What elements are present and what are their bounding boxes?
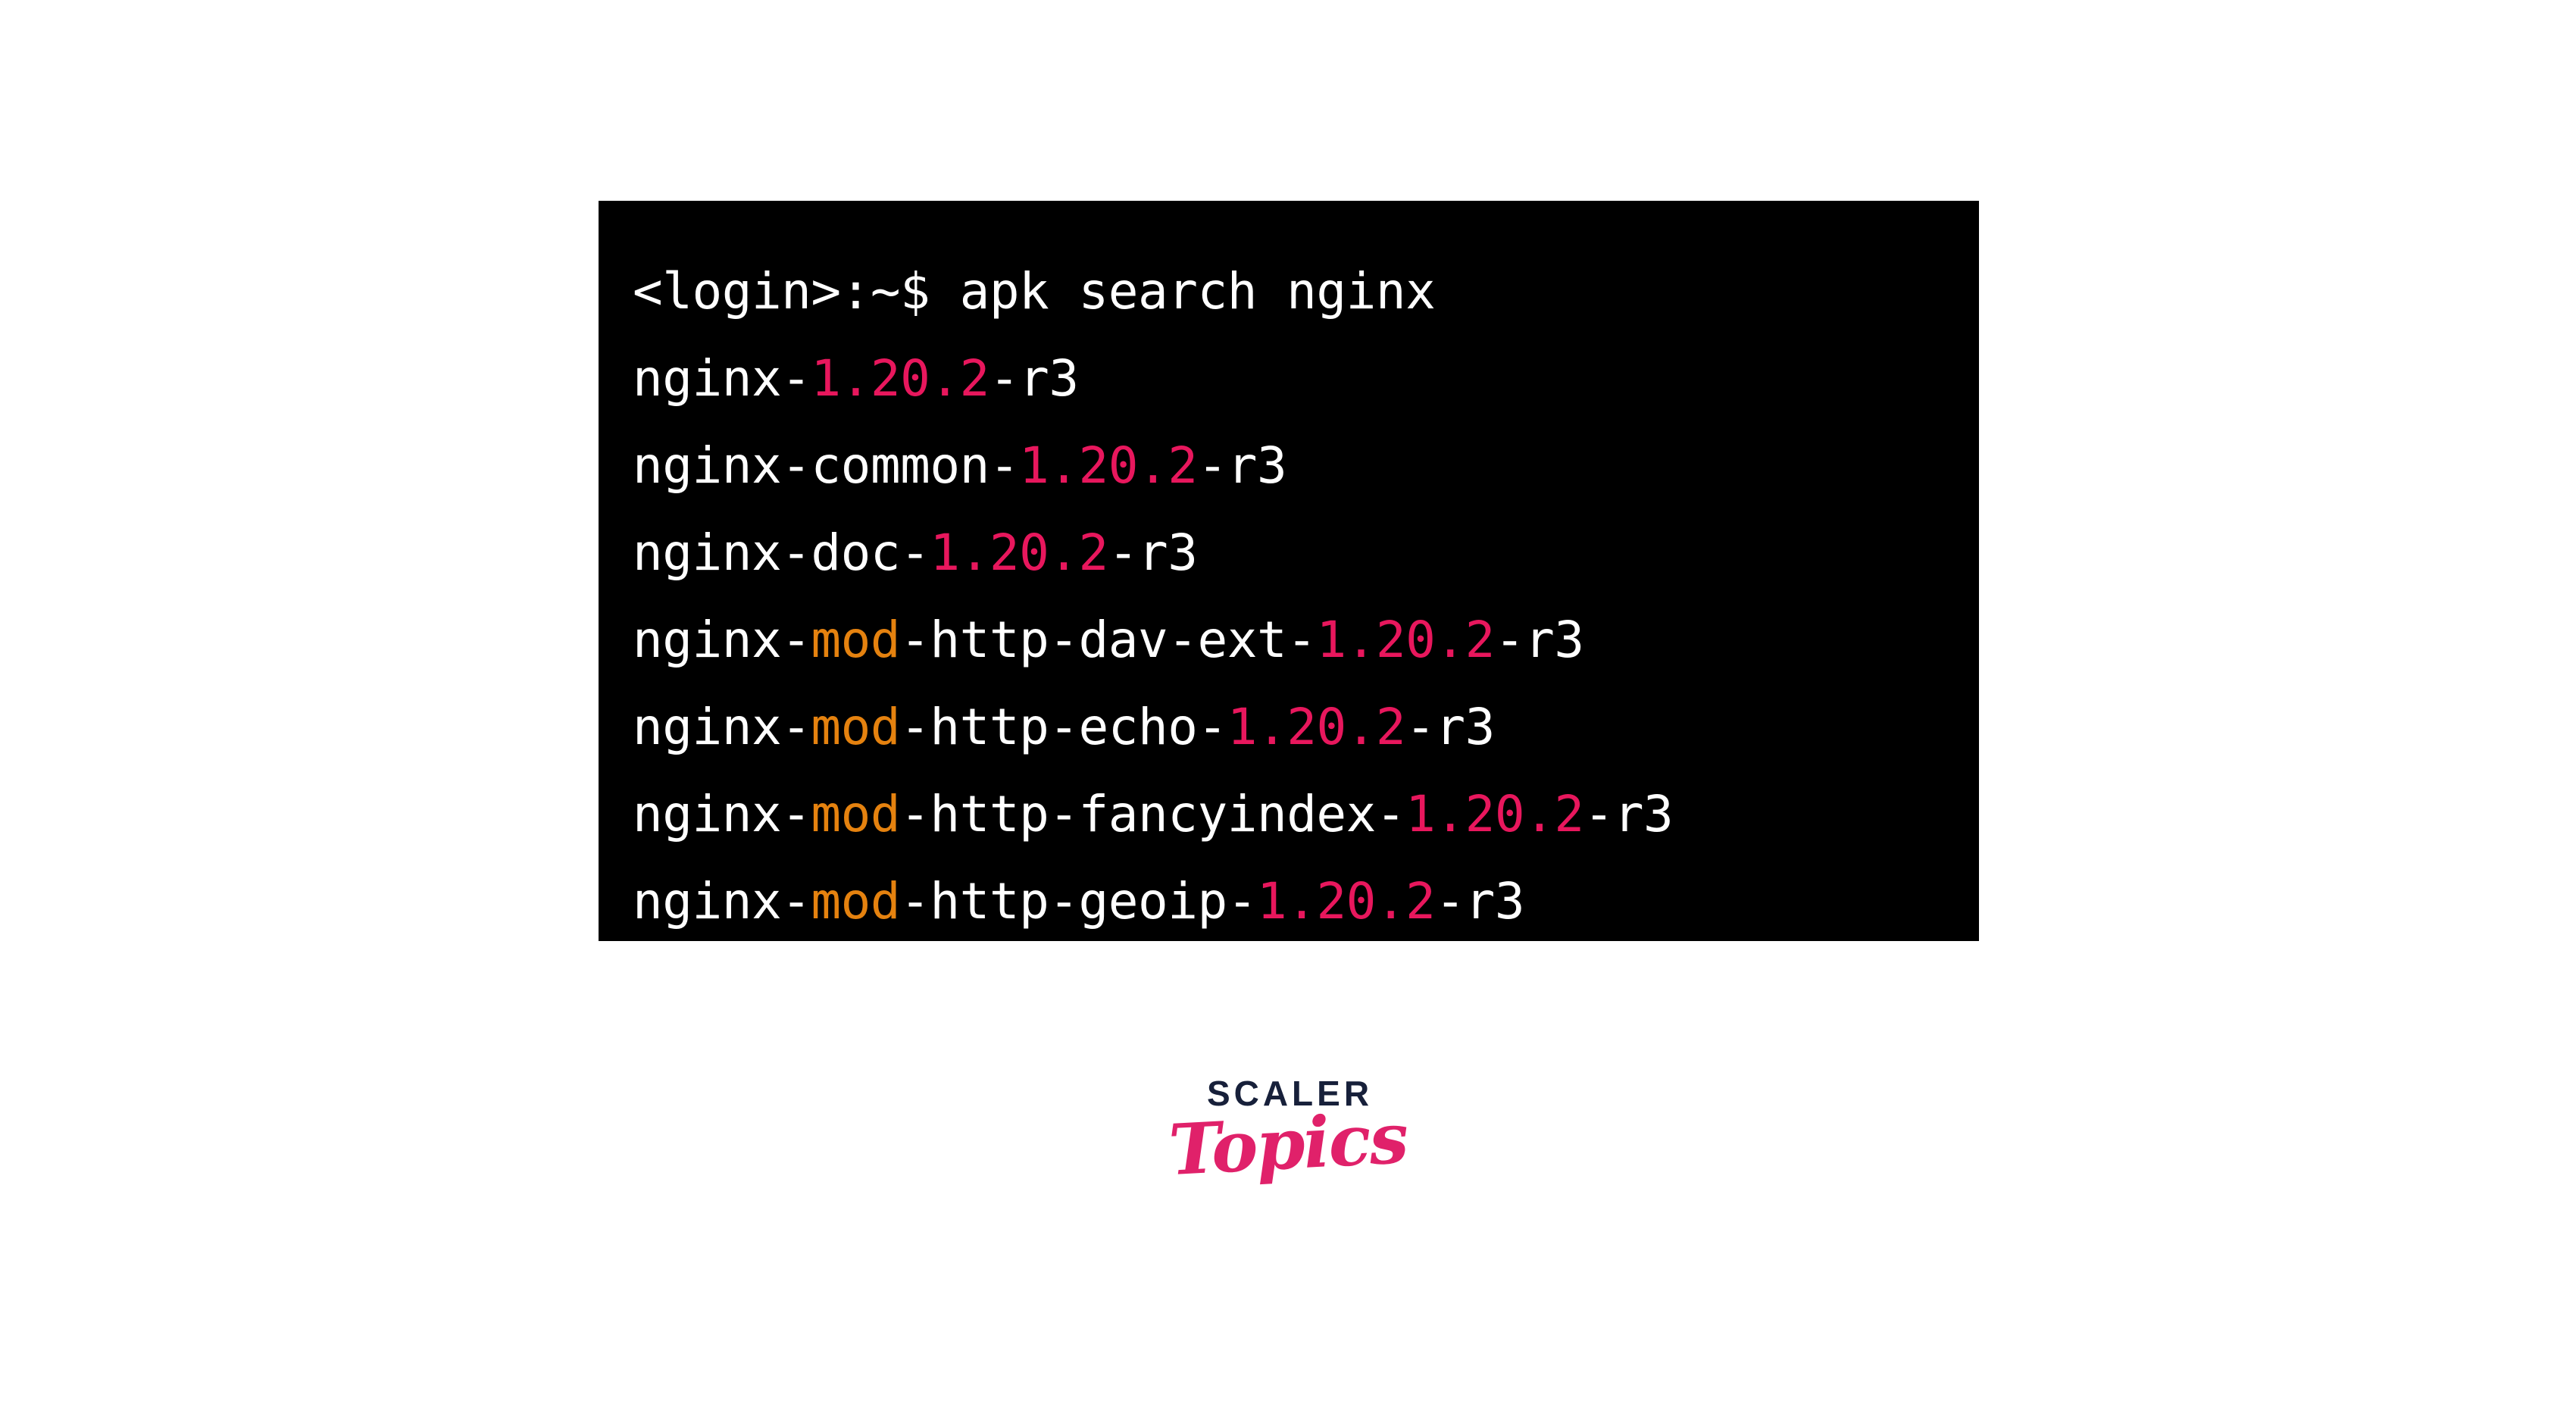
terminal-segment-white: -r3	[1494, 611, 1584, 669]
terminal-line-result-nginx-mod-http-fancyindex: nginx-mod-http-fancyindex-1.20.2-r3	[633, 771, 1979, 858]
terminal-segment-pink: 1.20.2	[1019, 436, 1198, 495]
terminal-line-result-nginx-mod-http-geoip: nginx-mod-http-geoip-1.20.2-r3	[633, 858, 1979, 945]
terminal-segment-orange: mod	[811, 785, 901, 843]
terminal-line-result-nginx-doc: nginx-doc-1.20.2-r3	[633, 509, 1979, 596]
scaler-topics-logo: SCALER Topics	[1159, 1076, 1417, 1265]
terminal-segment-white: nginx-doc-	[633, 524, 930, 582]
terminal-line-prompt-line: <login>:~$ apk search nginx	[633, 248, 1979, 335]
terminal-segment-pink: 1.20.2	[930, 524, 1108, 582]
terminal-line-result-nginx-mod-http-echo: nginx-mod-http-echo-1.20.2-r3	[633, 683, 1979, 771]
terminal-segment-white: nginx-	[633, 785, 811, 843]
terminal-window[interactable]: <login>:~$ apk search nginx nginx-1.20.2-…	[599, 201, 1979, 941]
terminal-segment-white: <login>:~$ apk search nginx	[633, 262, 1436, 321]
terminal-segment-white: -http-geoip-	[900, 872, 1257, 930]
terminal-segment-white: -r3	[1405, 698, 1495, 756]
terminal-segment-white: -http-fancyindex-	[900, 785, 1406, 843]
terminal-line-result-nginx-mod-http-dav-ext: nginx-mod-http-dav-ext-1.20.2-r3	[633, 596, 1979, 683]
terminal-segment-pink: 1.20.2	[1316, 611, 1495, 669]
terminal-segment-white: nginx-	[633, 349, 811, 408]
terminal-segment-white: nginx-	[633, 698, 811, 756]
topics-wordmark: Topics	[1167, 1096, 1409, 1192]
terminal-segment-white: -r3	[1435, 872, 1525, 930]
terminal-segment-white: nginx-common-	[633, 436, 1020, 495]
terminal-segment-white: -r3	[1197, 436, 1287, 495]
terminal-segment-white: -http-echo-	[900, 698, 1227, 756]
terminal-segment-white: -http-dav-ext-	[900, 611, 1317, 669]
terminal-segment-orange: mod	[811, 872, 901, 930]
terminal-output: <login>:~$ apk search nginx nginx-1.20.2-…	[633, 248, 1979, 945]
terminal-segment-white: -r3	[989, 349, 1079, 408]
terminal-segment-orange: mod	[811, 611, 901, 669]
terminal-segment-white: nginx-	[633, 872, 811, 930]
terminal-segment-orange: mod	[811, 698, 901, 756]
terminal-line-result-nginx: nginx-1.20.2-r3	[633, 335, 1979, 422]
terminal-segment-white: -r3	[1108, 524, 1198, 582]
terminal-segment-pink: 1.20.2	[811, 349, 989, 408]
terminal-segment-white: -r3	[1583, 785, 1674, 843]
terminal-segment-white: nginx-	[633, 611, 811, 669]
terminal-segment-pink: 1.20.2	[1405, 785, 1584, 843]
terminal-line-result-nginx-common: nginx-common-1.20.2-r3	[633, 422, 1979, 509]
terminal-segment-pink: 1.20.2	[1256, 872, 1436, 930]
terminal-segment-pink: 1.20.2	[1227, 698, 1406, 756]
